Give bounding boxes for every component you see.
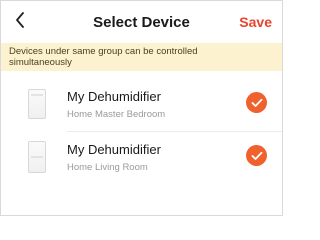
selected-check-button[interactable] <box>246 145 267 166</box>
device-location: Home Master Bedroom <box>67 109 166 120</box>
device-list: My Dehumidifier Home Master Bedroom My D… <box>1 71 282 175</box>
dehumidifier-icon <box>28 141 46 173</box>
header-bar: Select Device Save <box>1 1 282 43</box>
group-notice-banner: Devices under same group can be controll… <box>1 43 282 71</box>
device-name: My Dehumidifier <box>67 142 161 157</box>
checkmark-icon <box>251 151 262 160</box>
notice-text-line-2: simultaneously <box>9 57 72 68</box>
selected-check-button[interactable] <box>246 92 267 113</box>
device-row-master-bedroom[interactable]: My Dehumidifier Home Master Bedroom <box>1 71 282 123</box>
select-device-screen: Select Device Save Devices under same gr… <box>0 0 283 216</box>
device-row-living-room[interactable]: My Dehumidifier Home Living Room <box>1 123 282 175</box>
save-button[interactable]: Save <box>239 14 272 30</box>
checkmark-icon <box>251 98 262 107</box>
notice-text-line-1: Devices under same group can be controll… <box>9 46 198 57</box>
device-name: My Dehumidifier <box>67 89 161 104</box>
dehumidifier-icon <box>28 89 46 119</box>
device-location: Home Living Room <box>67 162 148 173</box>
